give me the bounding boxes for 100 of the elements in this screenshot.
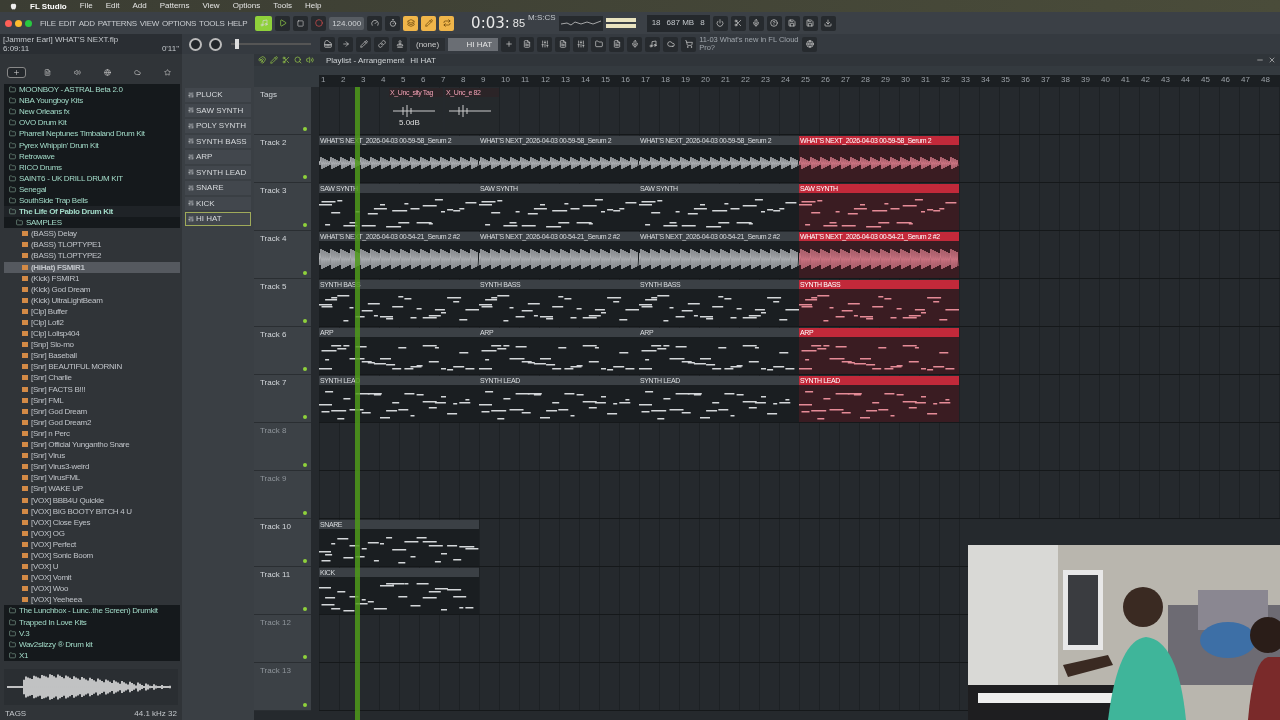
browser-item[interactable]: Senegal [4,183,180,195]
track-header[interactable]: Track 4 [254,231,311,279]
browser-item[interactable]: [VOX] Perfect [4,538,180,550]
link-button[interactable] [374,36,389,52]
browser-item[interactable]: [Snr] Virus [4,450,180,462]
browser-item[interactable]: [Snr] BEAUTIFUL MORNIN [4,361,180,373]
pencil-button[interactable] [421,15,437,31]
track-header[interactable]: Track 8 [254,423,311,471]
add-button[interactable] [501,36,517,52]
browser-item[interactable]: [Snr] Official Yungantho Snare [4,439,180,451]
track-lane[interactable] [319,615,968,663]
channel-button[interactable]: PLUCK [185,88,251,102]
track-header[interactable]: Track 6 [254,327,311,375]
browser-item[interactable]: [VOX] Close Eyes [4,516,180,528]
channel-button[interactable]: SYNTH BASS [185,134,251,148]
layers-button[interactable] [403,15,419,31]
track-lane[interactable] [319,663,968,711]
channel-button[interactable]: SYNTH LEAD [185,165,251,179]
close-button[interactable] [5,19,12,27]
menu-item[interactable]: VIEW [139,18,160,28]
stamp-button[interactable] [392,36,407,52]
menu-item[interactable]: EDIT [58,18,76,28]
sliders-button[interactable] [537,36,553,52]
microphone-button[interactable] [627,36,643,52]
browser-item[interactable]: (BASS) TLOPTYPE1 [4,239,180,251]
menu-item[interactable]: Help [304,2,322,10]
menu-item[interactable]: TOOLS [199,18,225,28]
track-header[interactable]: Track 3 [254,183,311,231]
menu-item[interactable]: Patterns [159,2,190,10]
track-header[interactable]: Tags [254,87,311,135]
channel-button[interactable]: SAW SYNTH [185,103,251,117]
browser-item[interactable]: [Clp] Lolisp404 [4,328,180,340]
menu-item[interactable]: ADD [78,18,95,28]
folder-button[interactable] [591,36,607,52]
track-header[interactable]: Track 5 [254,279,311,327]
menu-item[interactable]: OPTIONS [162,18,196,28]
menu-item[interactable]: PATTERNS [97,18,137,28]
browser-item[interactable]: (HiHat) FSMIR1 [4,261,180,273]
browser-item[interactable]: [Snr] Charlie [4,372,180,384]
browser-item[interactable]: [Snr] God Dream [4,405,180,417]
channel-button[interactable]: POLY SYNTH [185,119,251,133]
browser-item[interactable]: SAINT6 - UK DRILL DRUM KIT [4,172,180,184]
menu-item[interactable]: Options [232,2,261,10]
track-header[interactable]: Track 11 [254,567,311,615]
browser-item[interactable]: [VOX] U [4,561,180,573]
close-icon[interactable] [1268,56,1276,64]
timeline-ruler[interactable]: 1 2 3 4 5 6 7 8 9 10 11 12 13 14 15 16 17 18 19 20 21 22 23 24 25 26 27 28 29 30 31 32 33 34 35 36 37 38 39 40 41 42 43 44 45 46 47 48 [319,75,1280,87]
slider-thumb[interactable] [235,39,239,49]
pencil-icon[interactable] [270,56,278,64]
menu-item[interactable]: Add [132,2,147,10]
music-button[interactable] [645,36,661,52]
menu-item[interactable]: Edit [105,2,120,10]
browser-item[interactable]: Wav2slizzy ® Drum kit [4,638,180,650]
magnet-icon[interactable] [258,56,266,64]
volume-knob[interactable] [189,37,202,51]
minimize-button[interactable] [15,19,22,27]
browser-item[interactable]: [Clp] Buffer [4,305,180,317]
cart-button[interactable] [681,36,697,52]
browser-item[interactable]: [VOX] Sonic Boom [4,549,180,562]
browser-item[interactable]: (Kick) FSMIR1 [4,272,180,284]
stop-button[interactable] [293,15,309,31]
browser-item[interactable]: [Snr] WAKE UP [4,483,180,495]
track-header[interactable]: Track 13 [254,663,311,711]
document-button[interactable] [609,36,625,52]
tempo-display[interactable]: 124.000 [329,16,365,30]
minimize-icon[interactable] [1256,56,1264,64]
browser-item[interactable]: X1 [4,649,180,661]
browser-item[interactable]: [Snr] Baseball [4,350,180,362]
browser-item[interactable]: New Orleans fx [4,106,180,118]
track-header[interactable]: Track 10 [254,519,311,567]
document-button[interactable] [555,36,571,52]
browser-item[interactable]: SAMPLES [4,217,180,229]
browser-item[interactable]: (BASS) Delay [4,228,180,240]
browser-item[interactable]: Pharrell Neptunes Timbaland Drum Kit [4,128,180,140]
arrow-button[interactable] [338,36,353,52]
channel-button[interactable]: KICK [185,196,251,210]
browser-item[interactable]: [Snr] FACTS B!!! [4,383,180,395]
browser-item[interactable]: [Snr] FML [4,394,180,406]
browser-item[interactable]: [Snr] God Dream2 [4,416,180,428]
save-button[interactable] [802,15,818,31]
mixer-button[interactable] [573,36,589,52]
download-button[interactable] [820,15,836,31]
browser-item[interactable]: Trapped In Love Kits [4,616,180,628]
browser-item[interactable]: The Lunchbox - Lunc..the Screen) Drumkit [4,605,180,617]
track-lane[interactable] [319,423,1280,471]
browser-item[interactable]: RICO Drums [4,161,180,173]
menu-item[interactable]: File [79,2,93,10]
browser-item[interactable]: [VOX] Yeeheea [4,594,180,606]
browser-item[interactable]: (Kick) God Dream [4,283,180,295]
track-header[interactable]: Track 9 [254,471,311,519]
play-button[interactable] [275,15,291,31]
browser-item[interactable]: (BASS) TLOPTYPE2 [4,250,180,262]
browser-item[interactable]: [VOX] Vomit [4,572,180,584]
browser-item[interactable]: [VOX] OG [4,527,180,539]
search-icon[interactable] [294,56,302,64]
snap-selector[interactable]: (none) [410,37,446,51]
browser-item[interactable]: Retrowave [4,150,180,162]
channel-button[interactable]: HI HAT [185,212,251,226]
song-mode-button[interactable] [255,15,273,31]
browser-item[interactable]: The Life Of Pablo Drum Kit [4,206,180,218]
